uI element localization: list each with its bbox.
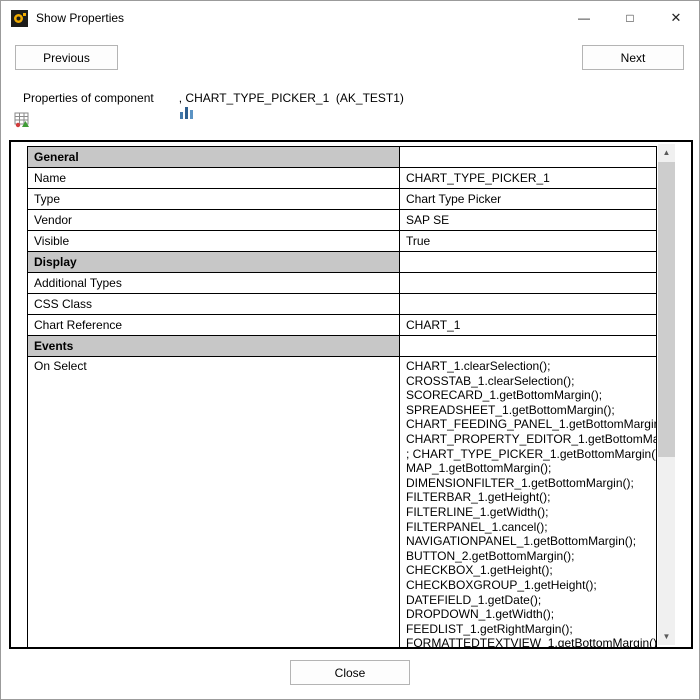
section-row: General [28,147,657,168]
event-script-line: DROPDOWN_1.getWidth(); [406,607,650,622]
previous-button[interactable]: Previous [15,45,118,70]
chart-type-picker-icon [159,92,174,105]
scroll-down-icon: ▼ [663,632,671,641]
export-icon[interactable] [14,112,31,128]
component-header: Properties of component , CHART_TYPE_PIC… [23,91,404,105]
event-script-line: FORMATTEDTEXTVIEW_1.getBottomMargin(); [406,636,650,649]
property-value-cell [400,294,657,315]
window-title: Show Properties [36,11,124,25]
scroll-down-button[interactable]: ▼ [658,628,675,645]
scrollbar-thumb[interactable] [658,162,675,457]
property-value-cell [400,252,657,273]
property-row: NameCHART_TYPE_PICKER_1 [28,168,657,189]
section-label-cell: Events [28,336,400,357]
event-script-line: CHART_PROPERTY_EDITOR_1.getBottomMargin(… [406,432,650,447]
event-script-line: BUTTON_2.getBottomMargin(); [406,549,650,564]
maximize-icon: □ [626,11,633,25]
vertical-scrollbar[interactable]: ▲ ▼ [658,144,675,645]
property-row: TypeChart Type Picker [28,189,657,210]
event-script-line: FILTERLINE_1.getWidth(); [406,505,650,520]
title-bar: Show Properties — □ ✕ [1,1,699,35]
event-script-line: ; CHART_TYPE_PICKER_1.getBottomMargin(); [406,447,650,462]
property-value-cell: Chart Type Picker [400,189,657,210]
properties-panel: GeneralNameCHART_TYPE_PICKER_1TypeChart … [9,140,693,649]
section-row: Display [28,252,657,273]
window-controls: — □ ✕ [561,1,699,35]
maximize-button[interactable]: □ [607,1,653,35]
component-header-prefix: Properties of component [23,91,154,105]
event-script-line: FEEDLIST_1.getRightMargin(); [406,622,650,637]
component-header-name: , CHART_TYPE_PICKER_1 (AK_TEST1) [179,91,404,105]
property-value-cell [400,336,657,357]
properties-table-body: GeneralNameCHART_TYPE_PICKER_1TypeChart … [28,147,657,650]
property-row: VisibleTrue [28,231,657,252]
close-window-button[interactable]: ✕ [653,1,699,35]
section-label-cell: Display [28,252,400,273]
property-label-cell: Chart Reference [28,315,400,336]
event-script-line: FILTERPANEL_1.cancel(); [406,520,650,535]
event-script-line: SCORECARD_1.getBottomMargin(); [406,388,650,403]
next-button[interactable]: Next [582,45,684,70]
event-script-line: CHART_FEEDING_PANEL_1.getBottomMargin(); [406,417,650,432]
event-script-line: FILTERBAR_1.getHeight(); [406,490,650,505]
event-script-line: DATEFIELD_1.getDate(); [406,593,650,608]
property-label-cell: Visible [28,231,400,252]
property-row: CSS Class [28,294,657,315]
properties-table: GeneralNameCHART_TYPE_PICKER_1TypeChart … [27,146,657,649]
event-script-line: SPREADSHEET_1.getBottomMargin(); [406,403,650,418]
property-label-cell: Name [28,168,400,189]
property-row: VendorSAP SE [28,210,657,231]
event-script-line: CHART_1.clearSelection(); [406,359,650,374]
minimize-button[interactable]: — [561,1,607,35]
event-script-line: MAP_1.getBottomMargin(); [406,461,650,476]
event-script-line: NAVIGATIONPANEL_1.getBottomMargin(); [406,534,650,549]
property-value-cell [400,147,657,168]
property-label-cell: Vendor [28,210,400,231]
property-value-cell: CHART_1.clearSelection();CROSSTAB_1.clea… [400,357,657,650]
property-value-cell: CHART_1 [400,315,657,336]
property-row: On SelectCHART_1.clearSelection();CROSST… [28,357,657,650]
scroll-up-icon: ▲ [663,148,671,157]
property-label-cell: Type [28,189,400,210]
section-row: Events [28,336,657,357]
property-value-cell [400,273,657,294]
close-button[interactable]: Close [290,660,410,685]
property-label-cell: On Select [28,357,400,650]
property-value-cell: True [400,231,657,252]
event-script-line: CHECKBOXGROUP_1.getHeight(); [406,578,650,593]
section-label-cell: General [28,147,400,168]
minimize-icon: — [578,11,590,25]
close-icon: ✕ [671,10,682,26]
event-script-line: CHECKBOX_1.getHeight(); [406,563,650,578]
event-script-line: CROSSTAB_1.clearSelection(); [406,374,650,389]
property-label-cell: CSS Class [28,294,400,315]
property-value-cell: CHART_TYPE_PICKER_1 [400,168,657,189]
show-properties-dialog: Show Properties — □ ✕ Previous Next Prop… [0,0,700,700]
scroll-up-button[interactable]: ▲ [658,144,675,161]
property-label-cell: Additional Types [28,273,400,294]
app-icon [11,10,28,27]
property-row: Additional Types [28,273,657,294]
property-value-cell: SAP SE [400,210,657,231]
event-script-line: DIMENSIONFILTER_1.getBottomMargin(); [406,476,650,491]
property-row: Chart ReferenceCHART_1 [28,315,657,336]
